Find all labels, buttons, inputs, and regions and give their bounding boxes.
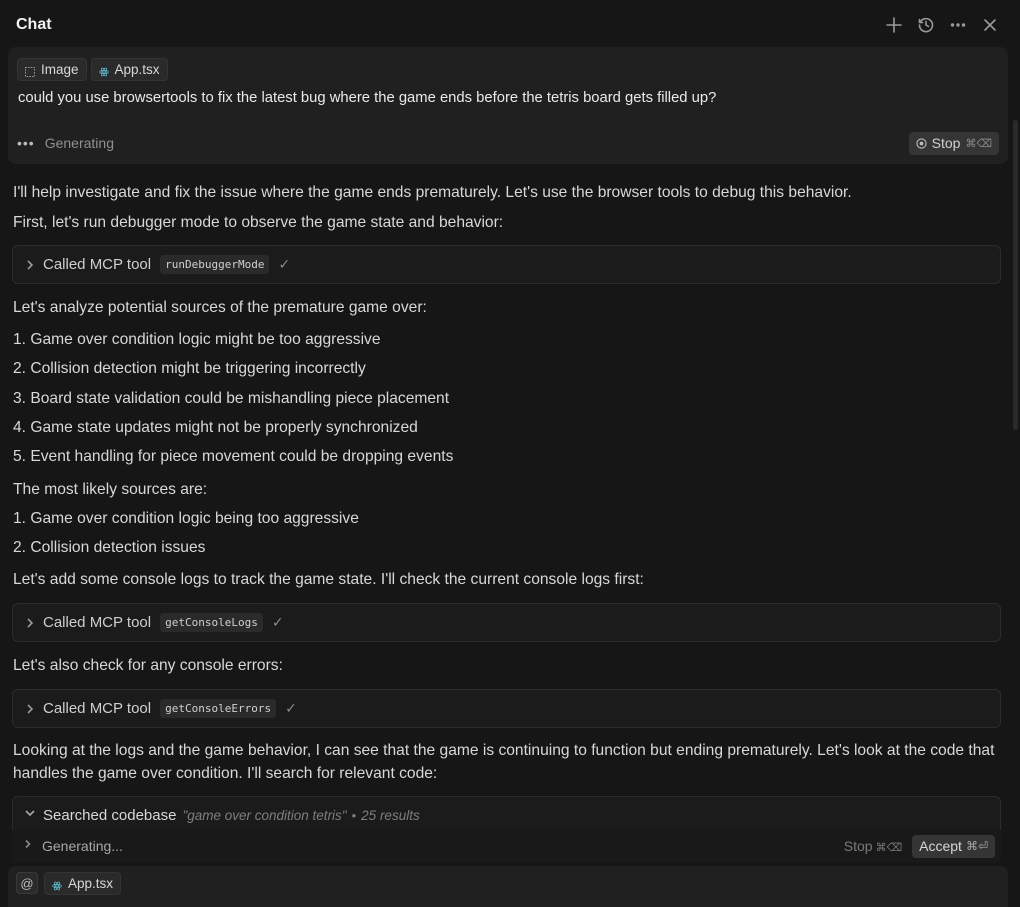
stop-shortcut: ⌘⌫ bbox=[965, 137, 992, 150]
generating-status: Generating bbox=[44, 135, 114, 151]
codebase-search-row: Searched codebase "game over condition t… bbox=[23, 806, 420, 825]
stop-link-shortcut: ⌘⌫ bbox=[875, 842, 903, 854]
context-file-label: App.tsx bbox=[68, 876, 114, 891]
user-message-box: Image App.tsx could you use browsertools… bbox=[8, 47, 1008, 164]
chevron-right-icon bbox=[23, 616, 37, 630]
generation-actions: Stop ⌘⌫ Accept ⌘⏎ bbox=[844, 834, 995, 858]
search-label: Searched codebase bbox=[43, 807, 177, 824]
chat-title: Chat bbox=[16, 16, 52, 33]
generating-status: Generating... bbox=[42, 838, 123, 854]
search-query: "game over condition tetris" bbox=[182, 808, 347, 823]
image-attachment-label: Image bbox=[41, 62, 79, 77]
composer-context-list: @ App.tsx bbox=[16, 872, 1000, 895]
stop-button[interactable]: Stop ⌘⌫ bbox=[908, 131, 999, 155]
generating-row: ••• Generating Stop ⌘⌫ bbox=[17, 131, 999, 155]
list-item: 1. Game over condition logic might be to… bbox=[13, 331, 381, 348]
react-file-icon bbox=[98, 65, 109, 76]
tool-name-tag: getConsoleErrors bbox=[160, 699, 277, 718]
chevron-right-icon[interactable] bbox=[22, 837, 42, 855]
mention-button[interactable]: @ bbox=[16, 872, 38, 894]
scrollbar[interactable] bbox=[1013, 120, 1018, 430]
chat-header: Chat bbox=[0, 0, 1020, 50]
stop-button-label: Stop bbox=[931, 135, 961, 151]
console-logs-text: Let's add some console logs to track the… bbox=[13, 571, 644, 588]
list-item: 4. Game state updates might not be prope… bbox=[13, 419, 418, 436]
context-file-chip[interactable]: App.tsx bbox=[44, 872, 122, 895]
check-icon: ✓ bbox=[285, 700, 297, 716]
close-icon[interactable] bbox=[980, 15, 1000, 35]
composer[interactable]: @ App.tsx bbox=[8, 866, 1008, 907]
stop-circle-icon bbox=[915, 137, 927, 149]
header-actions bbox=[884, 15, 1000, 35]
image-attachment-chip[interactable]: Image bbox=[17, 58, 87, 81]
file-attachment-label: App.tsx bbox=[114, 62, 160, 77]
react-file-icon bbox=[52, 879, 62, 890]
search-result-count: 25 results bbox=[361, 808, 420, 823]
search-separator: • bbox=[351, 808, 357, 823]
history-icon[interactable] bbox=[916, 15, 936, 35]
accept-button[interactable]: Accept ⌘⏎ bbox=[912, 834, 995, 858]
chevron-right-icon bbox=[23, 702, 37, 716]
tool-call-card[interactable]: Called MCP tool runDebuggerMode ✓ bbox=[12, 245, 1001, 284]
accept-shortcut: ⌘⏎ bbox=[965, 839, 988, 853]
list-item: 5. Event handling for piece movement cou… bbox=[13, 448, 454, 465]
stop-link[interactable]: Stop ⌘⌫ bbox=[844, 838, 902, 854]
check-icon: ✓ bbox=[271, 614, 284, 630]
assistant-intro-1: I'll help investigate and fix the issue … bbox=[13, 184, 852, 201]
likely-heading: The most likely sources are: bbox=[13, 481, 208, 498]
tool-call-label: Called MCP tool bbox=[43, 256, 152, 273]
generation-bar: Generating... Stop ⌘⌫ Accept ⌘⏎ bbox=[12, 830, 1001, 862]
chevron-down-icon bbox=[23, 806, 43, 825]
check-icon: ✓ bbox=[278, 256, 291, 272]
assistant-intro-2: First, let's run debugger mode to observ… bbox=[13, 214, 504, 231]
conclusion-text: Looking at the logs and the game behavio… bbox=[13, 742, 995, 782]
tool-call-card[interactable]: Called MCP tool getConsoleLogs ✓ bbox=[12, 603, 1001, 642]
accept-button-label: Accept bbox=[919, 838, 962, 854]
console-errors-text: Let's also check for any console errors: bbox=[13, 657, 283, 674]
tool-call-label: Called MCP tool bbox=[43, 614, 152, 631]
tool-name-tag: getConsoleLogs bbox=[160, 613, 263, 632]
list-item: 3. Board state validation could be misha… bbox=[13, 390, 450, 407]
stop-link-label: Stop bbox=[843, 838, 873, 854]
list-item: 1. Game over condition logic being too a… bbox=[13, 510, 359, 527]
file-attachment-chip[interactable]: App.tsx bbox=[90, 58, 168, 81]
image-icon bbox=[25, 65, 35, 77]
plus-icon[interactable] bbox=[884, 15, 904, 35]
user-message-text: could you use browsertools to fix the la… bbox=[18, 90, 717, 106]
analysis-heading: Let's analyze potential sources of the p… bbox=[13, 299, 427, 316]
tool-name-tag: runDebuggerMode bbox=[160, 255, 270, 274]
list-item: 2. Collision detection issues bbox=[13, 539, 206, 556]
more-icon[interactable] bbox=[948, 15, 968, 35]
chevron-right-icon bbox=[23, 258, 37, 272]
tool-call-label: Called MCP tool bbox=[43, 700, 152, 717]
list-item: 2. Collision detection might be triggeri… bbox=[13, 360, 366, 377]
generating-dots-icon: ••• bbox=[17, 135, 35, 151]
attachment-list: Image App.tsx bbox=[17, 58, 999, 81]
tool-call-card[interactable]: Called MCP tool getConsoleErrors ✓ bbox=[12, 689, 1001, 728]
